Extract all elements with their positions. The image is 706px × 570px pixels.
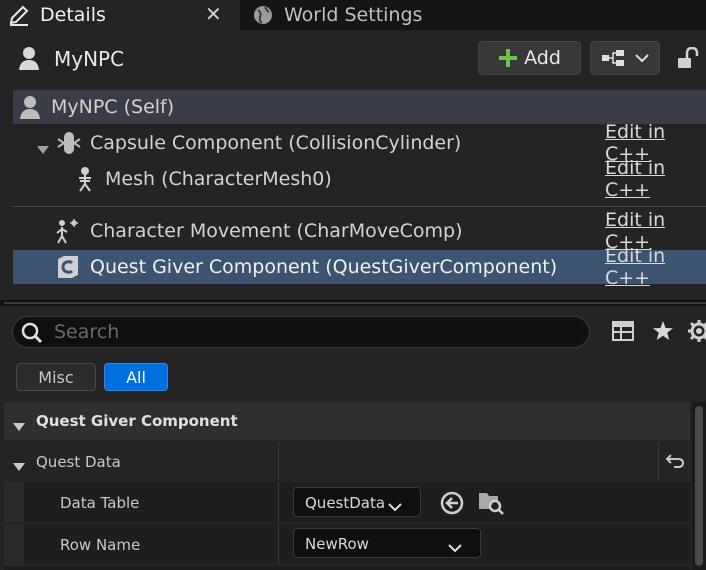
globe-icon xyxy=(250,2,276,28)
chevron-down-icon xyxy=(448,539,462,557)
row-name-dropdown[interactable]: NewRow xyxy=(293,528,481,558)
blueprint-options-button[interactable] xyxy=(590,41,660,75)
use-selected-arrow-icon[interactable] xyxy=(440,491,464,519)
tree-row-self[interactable]: MyNPC (Self) xyxy=(13,90,706,124)
column-divider xyxy=(278,524,279,564)
character-icon xyxy=(17,45,41,75)
column-divider xyxy=(278,482,279,522)
tree-row-mesh[interactable]: Mesh (CharacterMesh0) Edit in C++ xyxy=(13,157,706,201)
character-icon xyxy=(19,95,41,124)
actor-name: MyNPC xyxy=(54,47,125,71)
gear-icon[interactable] xyxy=(688,320,706,346)
splitter-line xyxy=(4,302,706,304)
components-tree: MyNPC (Self) Capsule Component (Collisio… xyxy=(0,88,706,300)
character-movement-icon xyxy=(54,218,80,249)
scrollbar-thumb[interactable] xyxy=(695,406,703,566)
property-label: Quest Data xyxy=(36,453,121,471)
tree-row-quest-giver[interactable]: Quest Giver Component (QuestGiverCompone… xyxy=(13,245,706,289)
search-input[interactable]: Search xyxy=(12,316,590,348)
tree-self-label: MyNPC (Self) xyxy=(51,96,175,118)
tab-bar: Details ✕ World Settings xyxy=(0,0,706,30)
add-component-button[interactable]: Add xyxy=(478,41,581,75)
indent-gutter xyxy=(4,482,24,522)
search-placeholder: Search xyxy=(54,321,120,343)
data-table-dropdown[interactable]: QuestData xyxy=(293,487,421,517)
indent-gutter xyxy=(4,524,24,570)
filter-misc-button[interactable]: Misc xyxy=(16,363,96,391)
reset-arrow-icon[interactable] xyxy=(665,453,685,473)
unlock-icon[interactable] xyxy=(677,46,699,75)
details-scrollbar[interactable] xyxy=(692,402,706,570)
browse-folder-icon[interactable] xyxy=(478,489,504,519)
plus-icon xyxy=(498,48,518,68)
details-header: MyNPC Add xyxy=(0,30,706,88)
category-title: Quest Giver Component xyxy=(36,412,238,430)
column-divider xyxy=(658,442,659,480)
details-panel: Search Misc All Quest Giver Component Qu… xyxy=(0,306,706,570)
chevron-down-icon xyxy=(388,498,402,516)
data-table-value: QuestData xyxy=(305,494,386,512)
table-view-icon[interactable] xyxy=(612,321,634,345)
property-label: Row Name xyxy=(60,536,141,554)
edit-in-cpp-link[interactable]: Edit in C++ xyxy=(605,245,706,289)
cpp-class-icon xyxy=(56,255,80,284)
capsule-collision-icon xyxy=(56,130,82,161)
collapse-arrow-icon[interactable] xyxy=(12,417,26,436)
chevron-down-icon xyxy=(635,53,649,63)
edit-in-cpp-link[interactable]: Edit in C++ xyxy=(605,157,706,201)
tab-world-settings[interactable]: World Settings xyxy=(240,0,706,30)
filter-all-button[interactable]: All xyxy=(104,363,168,391)
next-property-row xyxy=(4,566,690,570)
tree-item-label: Capsule Component (CollisionCylinder) xyxy=(90,132,462,154)
tab-world-settings-label: World Settings xyxy=(284,4,423,26)
star-favorites-icon[interactable] xyxy=(652,320,674,346)
property-label: Data Table xyxy=(60,494,140,512)
property-row-quest-data[interactable]: Quest Data xyxy=(4,442,690,480)
tab-details[interactable]: Details ✕ xyxy=(0,0,240,30)
category-header[interactable]: Quest Giver Component xyxy=(4,402,690,440)
column-divider xyxy=(278,442,279,480)
add-button-label: Add xyxy=(524,47,561,69)
skeleton-mesh-icon xyxy=(74,166,96,197)
tree-item-label: Mesh (CharacterMesh0) xyxy=(105,168,332,190)
collapse-arrow-icon[interactable] xyxy=(12,457,26,476)
tree-divider xyxy=(13,206,706,207)
search-icon xyxy=(21,322,43,348)
tree-item-label: Character Movement (CharMoveComp) xyxy=(90,220,463,242)
tree-row-character-movement[interactable]: Character Movement (CharMoveComp) Edit i… xyxy=(13,209,706,253)
collapse-arrow-icon[interactable] xyxy=(36,138,50,160)
tab-details-label: Details xyxy=(40,4,106,26)
close-icon[interactable]: ✕ xyxy=(205,2,222,26)
blueprint-hierarchy-icon xyxy=(601,49,625,67)
tree-item-label: Quest Giver Component (QuestGiverCompone… xyxy=(90,256,558,278)
tree-row-capsule[interactable]: Capsule Component (CollisionCylinder) Ed… xyxy=(13,121,706,165)
row-name-value: NewRow xyxy=(305,535,369,553)
pencil-icon xyxy=(6,2,32,28)
